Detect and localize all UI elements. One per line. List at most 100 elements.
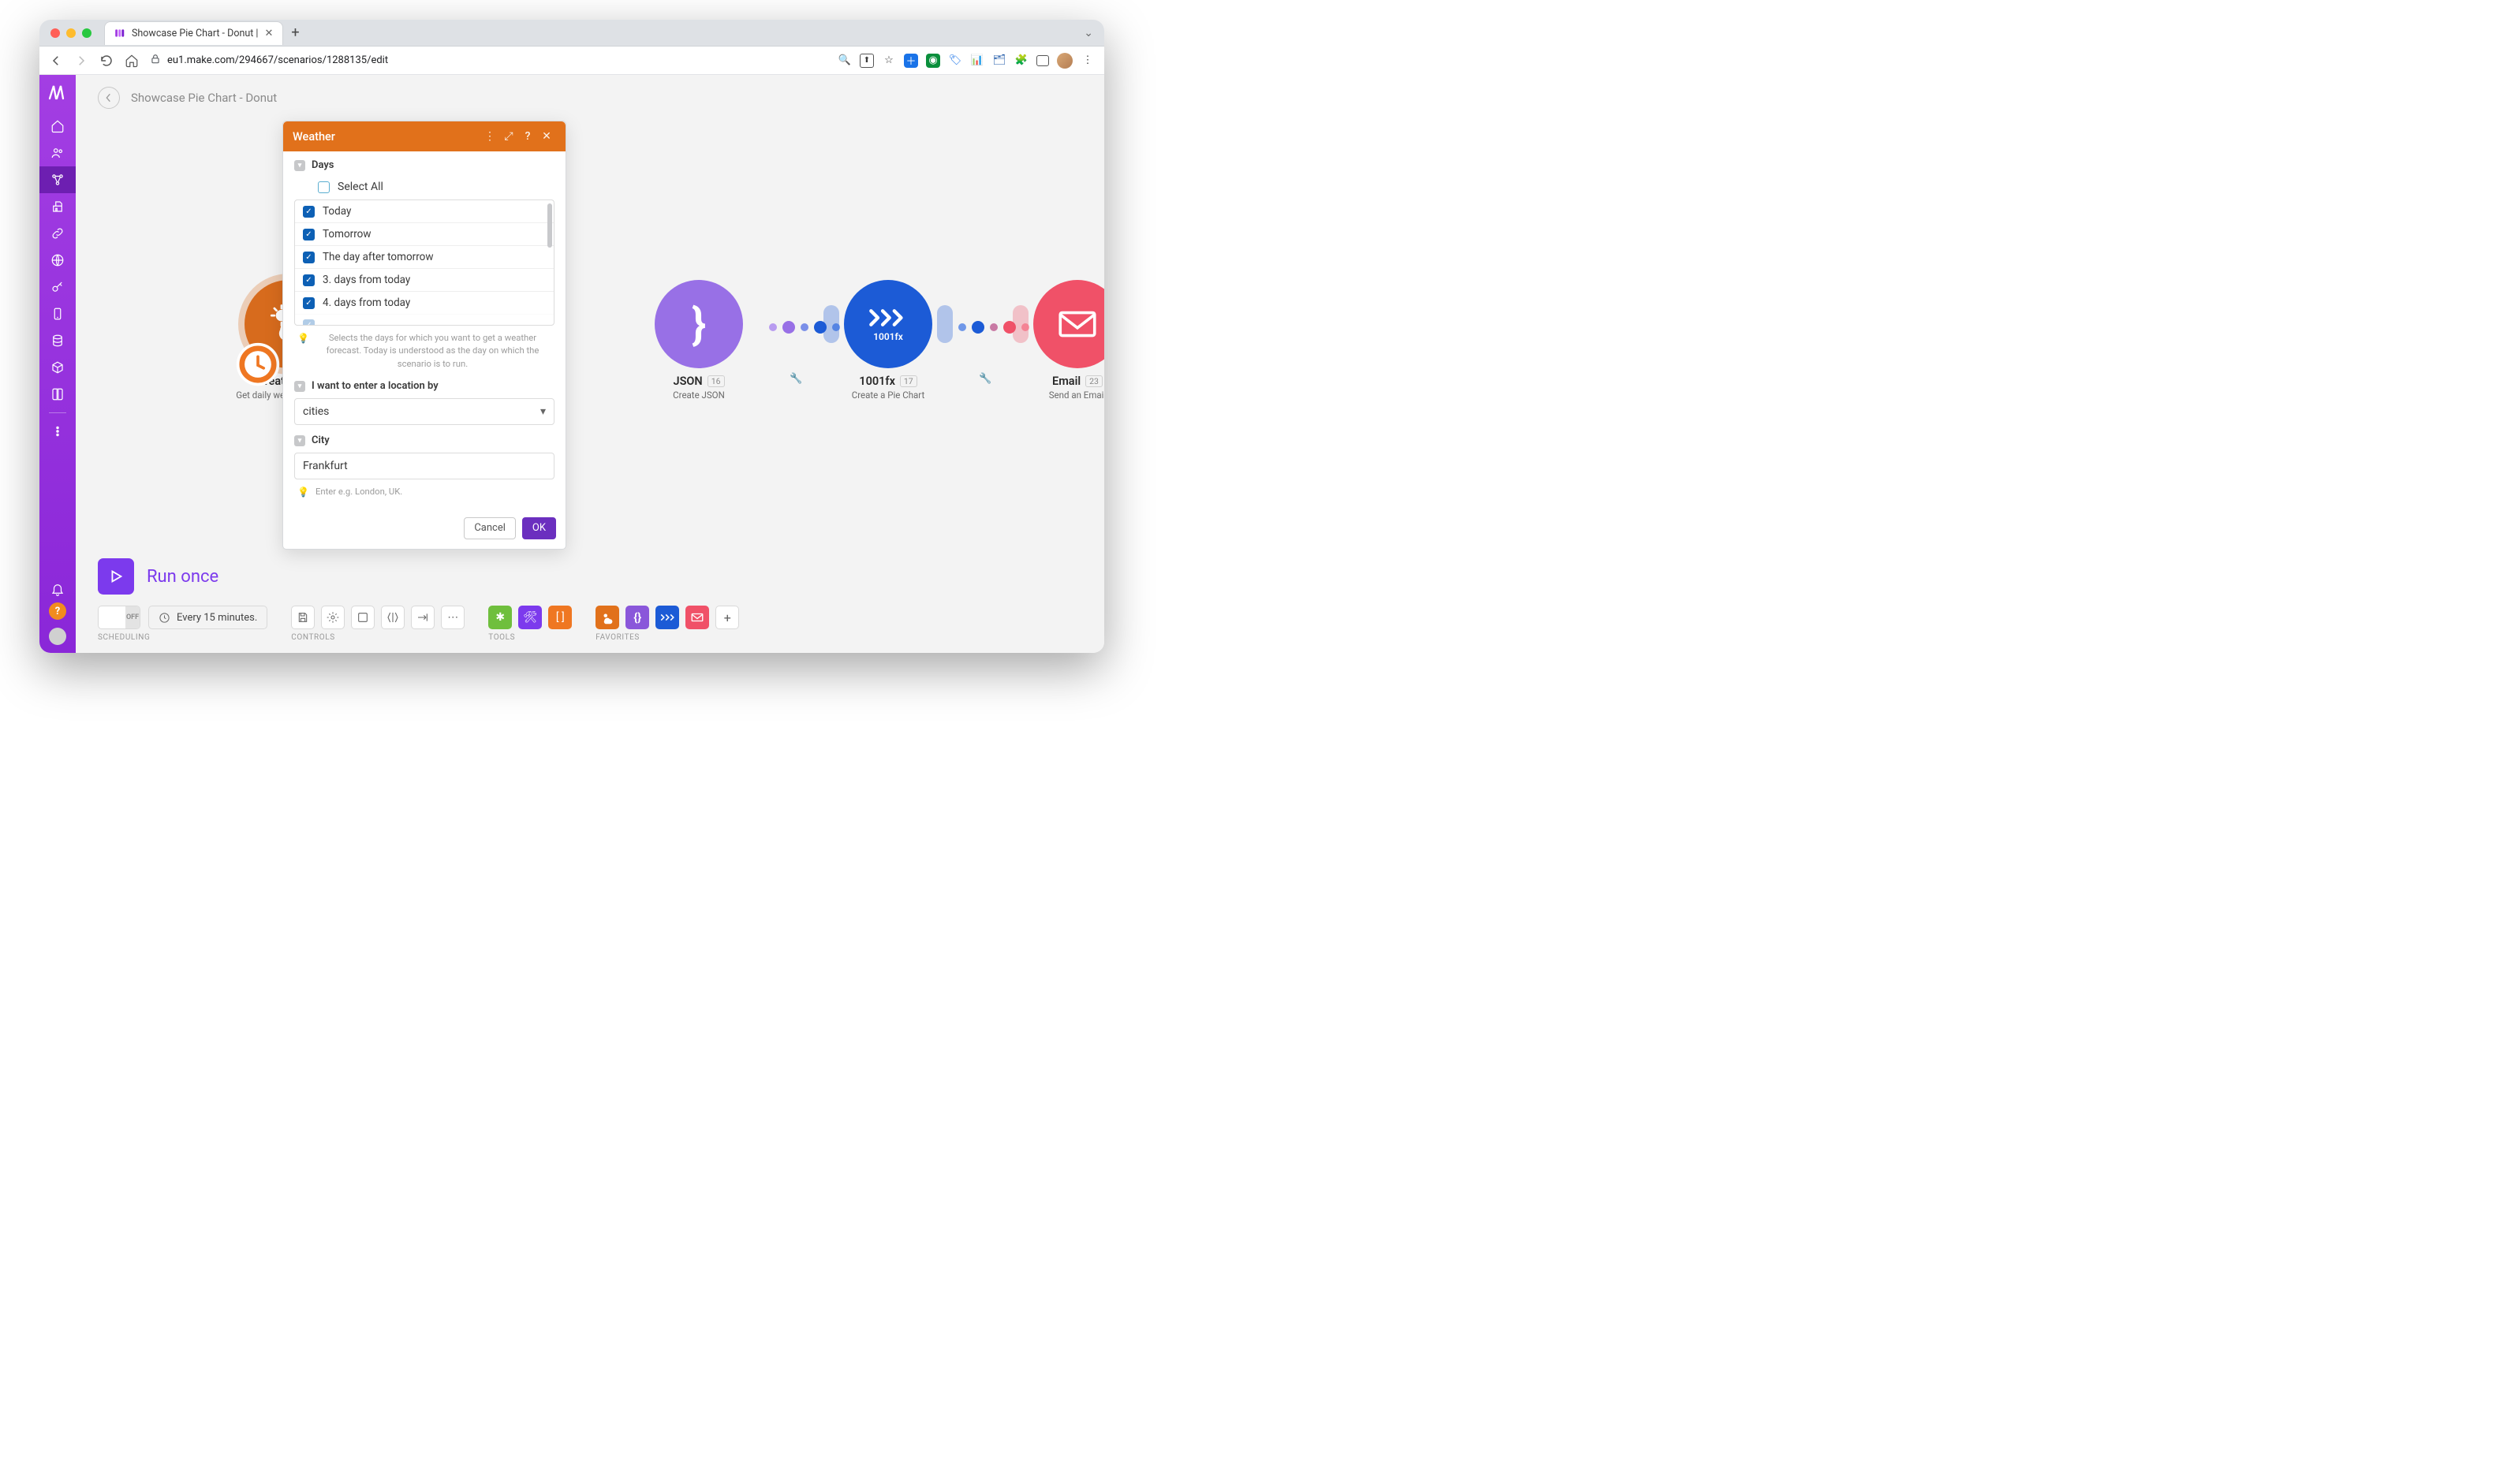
fav-email[interactable] xyxy=(685,606,709,629)
fav-weather[interactable] xyxy=(595,606,619,629)
ext-onetab-icon[interactable]: 🗂 xyxy=(992,54,1006,68)
sidebar-item-home[interactable] xyxy=(39,113,76,140)
ext-panel-icon[interactable] xyxy=(1036,55,1049,66)
explain-button[interactable] xyxy=(411,606,435,629)
tabs-overflow-icon[interactable]: ⌄ xyxy=(1084,27,1093,39)
run-button[interactable] xyxy=(98,558,134,595)
browser-tab[interactable]: Showcase Pie Chart - Donut | ✕ xyxy=(104,21,283,45)
help-icon[interactable]: ? xyxy=(49,602,66,620)
checkbox-icon[interactable] xyxy=(303,297,315,309)
url-field[interactable]: eu1.make.com/294667/scenarios/1288135/ed… xyxy=(150,54,827,68)
sidebar-item-templates[interactable] xyxy=(39,193,76,220)
sidebar-item-docs[interactable] xyxy=(39,381,76,408)
button-label: OK xyxy=(532,522,546,534)
ext-green-icon[interactable]: ◉ xyxy=(926,54,940,68)
sidebar-item-datastructures[interactable] xyxy=(39,354,76,381)
node-1001fx[interactable]: 1001fx 1001fx17 Create a Pie Chart xyxy=(825,280,951,401)
location-by-label: I want to enter a location by xyxy=(312,380,439,392)
ext-puzzle-icon[interactable]: 🧩 xyxy=(1014,54,1029,68)
settings-button[interactable] xyxy=(321,606,345,629)
checkbox-icon[interactable] xyxy=(318,181,330,193)
autoalign-button[interactable] xyxy=(381,606,405,629)
node-json[interactable]: } JSON16 Create JSON xyxy=(636,280,762,401)
make-logo-icon[interactable] xyxy=(39,74,76,110)
bookmark-icon[interactable]: ☆ xyxy=(882,54,896,68)
ext-tag-icon[interactable]: 🏷 xyxy=(948,54,962,68)
scrollbar-thumb[interactable] xyxy=(547,203,552,248)
day-option[interactable] xyxy=(295,314,554,326)
schedule-interval[interactable]: Every 15 minutes. xyxy=(148,606,267,629)
bulb-icon: 💡 xyxy=(297,332,309,371)
sidebar-item-connections[interactable] xyxy=(39,220,76,247)
user-avatar[interactable] xyxy=(49,628,66,645)
maximize-window-icon[interactable] xyxy=(82,28,91,38)
fav-json[interactable]: {} xyxy=(625,606,649,629)
checkbox-icon[interactable] xyxy=(303,319,315,326)
minimize-window-icon[interactable] xyxy=(66,28,76,38)
day-option[interactable]: 3. days from today xyxy=(295,268,554,291)
profile-avatar[interactable] xyxy=(1057,53,1073,69)
share-icon[interactable]: ⬆ xyxy=(860,54,874,68)
panel-close-icon[interactable]: ✕ xyxy=(537,130,556,143)
wrench-icon[interactable]: 🔧 xyxy=(979,373,991,385)
sidebar-item-devices[interactable] xyxy=(39,300,76,327)
scenario-canvas[interactable]: Showcase Pie Chart - Donut xyxy=(76,75,1104,653)
browser-window: Showcase Pie Chart - Donut | ✕ + ⌄ eu1.m… xyxy=(39,20,1104,653)
back-button[interactable] xyxy=(98,87,120,109)
sidebar-item-more[interactable] xyxy=(39,418,76,445)
sidebar-item-datastores[interactable] xyxy=(39,327,76,354)
sidebar-item-notifications[interactable] xyxy=(39,576,76,602)
day-option[interactable]: Tomorrow xyxy=(295,222,554,245)
select-all-row[interactable]: Select All xyxy=(294,177,554,199)
save-button[interactable] xyxy=(291,606,315,629)
sidebar-item-keys[interactable] xyxy=(39,274,76,300)
panel-help-icon[interactable]: ? xyxy=(518,130,537,143)
collapse-icon[interactable]: ▾ xyxy=(294,381,305,392)
checkbox-icon[interactable] xyxy=(303,252,315,263)
collapse-icon[interactable]: ▾ xyxy=(294,435,305,446)
browser-menu-icon[interactable]: ⋮ xyxy=(1081,54,1095,68)
panel-expand-icon[interactable]: ⤢ xyxy=(499,130,518,143)
day-option[interactable]: The day after tomorrow xyxy=(295,245,554,268)
close-tab-icon[interactable]: ✕ xyxy=(264,28,273,39)
reload-icon[interactable] xyxy=(99,54,114,68)
bottom-toolbar: Run once OFF Every 15 minutes. xyxy=(98,558,1082,642)
fav-1001fx[interactable] xyxy=(655,606,679,629)
ext-plus-icon[interactable]: ＋ xyxy=(904,54,918,68)
day-option[interactable]: 4. days from today xyxy=(295,291,554,314)
panel-menu-icon[interactable]: ⋮ xyxy=(480,130,499,143)
ok-button[interactable]: OK xyxy=(522,517,556,539)
tool-tools[interactable]: 🛠 xyxy=(518,606,542,629)
fav-add[interactable]: + xyxy=(715,606,739,629)
sidebar-item-webhooks[interactable] xyxy=(39,247,76,274)
new-tab-button[interactable]: + xyxy=(291,26,299,40)
url-text: eu1.make.com/294667/scenarios/1288135/ed… xyxy=(167,54,388,66)
ext-chart-icon[interactable]: 📊 xyxy=(970,54,984,68)
button-label: Cancel xyxy=(474,522,506,534)
location-by-select[interactable]: cities ▾ xyxy=(294,398,554,425)
checkbox-icon[interactable] xyxy=(303,274,315,286)
scheduling-toggle[interactable]: OFF xyxy=(98,606,140,629)
more-button[interactable]: ⋯ xyxy=(441,606,465,629)
node-email[interactable]: Email23 Send an Email xyxy=(1014,280,1104,401)
back-icon[interactable] xyxy=(49,54,63,68)
checkbox-icon[interactable] xyxy=(303,229,315,240)
city-input[interactable]: Frankfurt xyxy=(294,453,554,479)
tab-title: Showcase Pie Chart - Donut | xyxy=(132,28,258,39)
wrench-icon[interactable]: 🔧 xyxy=(790,373,802,385)
cancel-button[interactable]: Cancel xyxy=(464,517,516,539)
collapse-icon[interactable]: ▾ xyxy=(294,160,305,171)
sidebar-item-team[interactable] xyxy=(39,140,76,166)
panel-header: Weather ⋮ ⤢ ? ✕ xyxy=(283,121,566,151)
notes-button[interactable] xyxy=(351,606,375,629)
close-window-icon[interactable] xyxy=(50,28,60,38)
home-icon[interactable] xyxy=(125,54,139,68)
day-label: Tomorrow xyxy=(323,228,371,240)
zoom-icon[interactable]: 🔍 xyxy=(838,54,852,68)
checkbox-icon[interactable] xyxy=(303,206,315,218)
sidebar-item-scenarios[interactable] xyxy=(39,166,76,193)
day-option[interactable]: Today xyxy=(295,200,554,222)
tool-flow[interactable]: ✱ xyxy=(488,606,512,629)
forward-icon[interactable] xyxy=(74,54,88,68)
tool-text[interactable]: [ ] xyxy=(548,606,572,629)
